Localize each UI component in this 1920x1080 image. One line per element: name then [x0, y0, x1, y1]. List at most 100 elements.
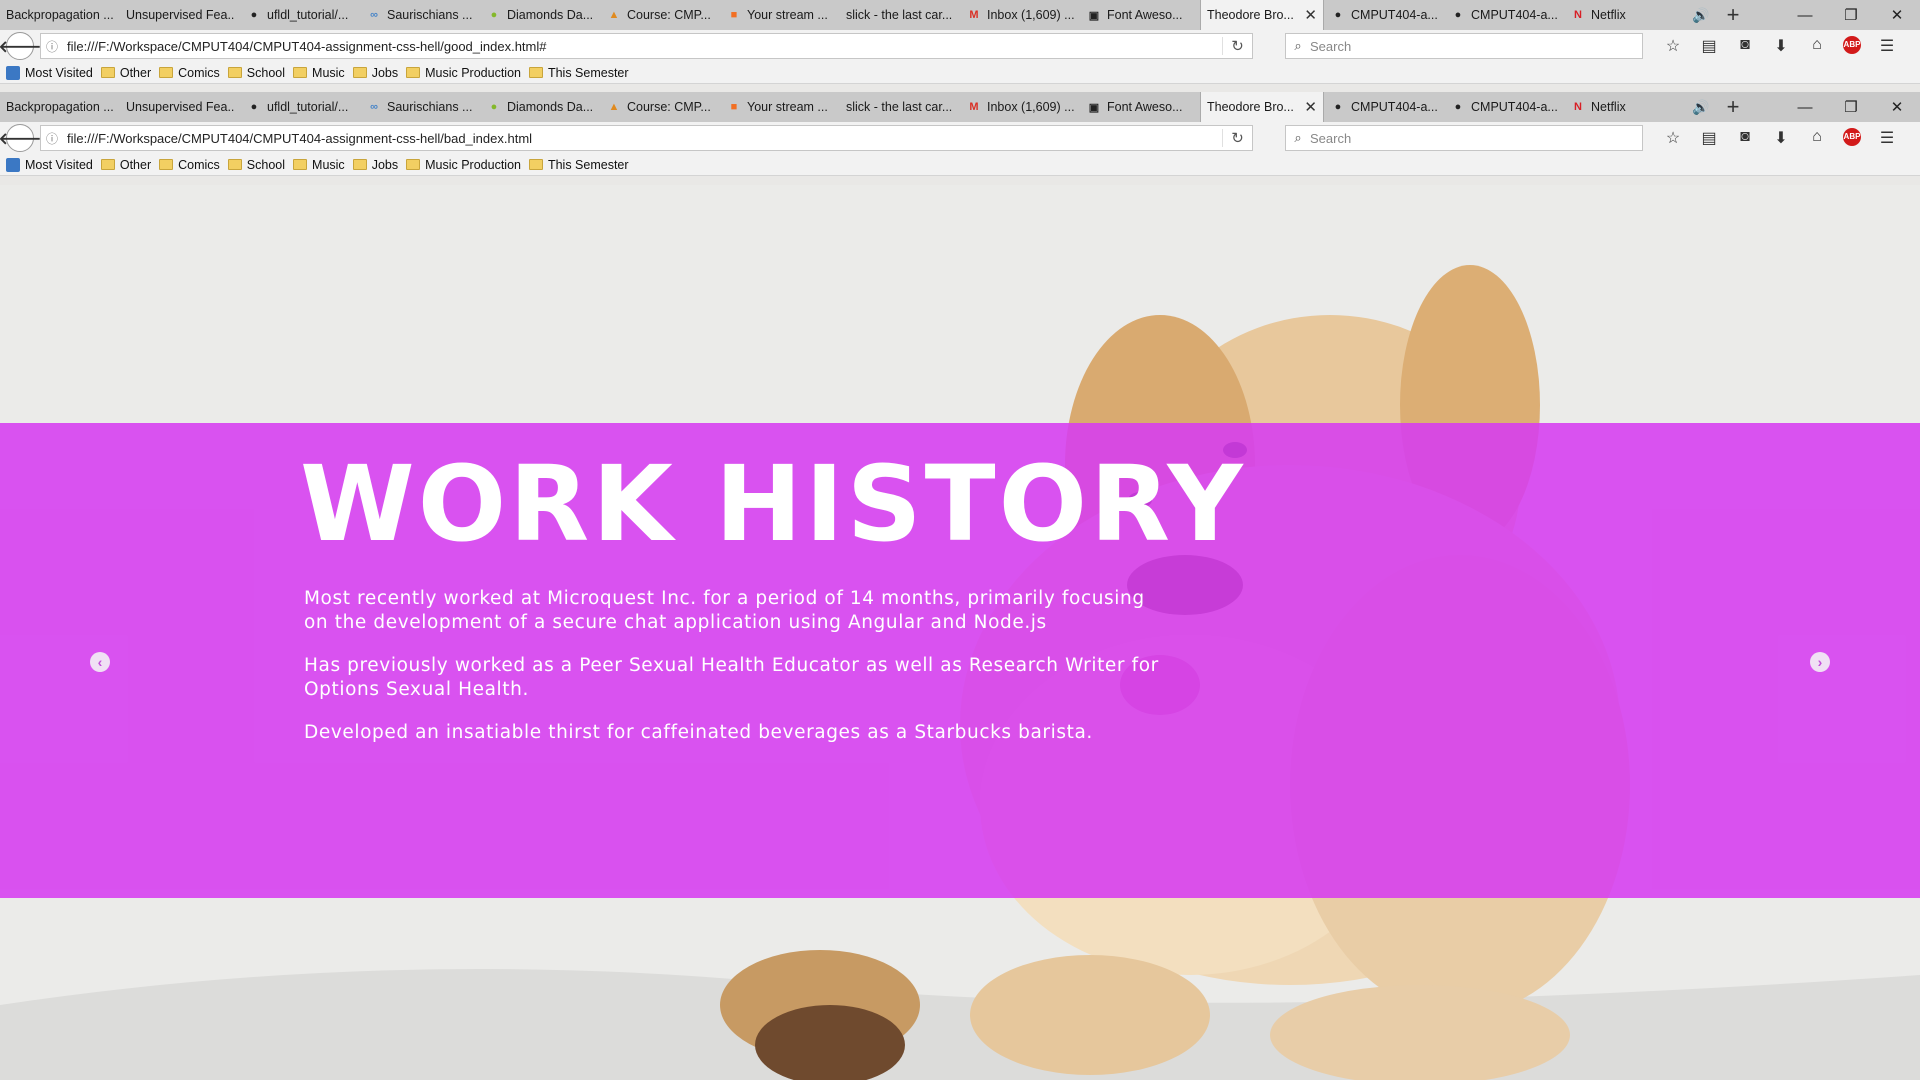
tab-6[interactable]: ■ Your stream ...	[720, 0, 840, 30]
back-button[interactable]: 🡐	[0, 124, 41, 152]
tab-2[interactable]: ● ufldl_tutorial/...	[240, 0, 360, 30]
tab-7[interactable]: slick - the last car...	[840, 92, 960, 122]
menu-icon[interactable]: ☰	[1869, 36, 1905, 56]
back-button[interactable]: 🡐	[0, 32, 41, 60]
tab-8[interactable]: M Inbox (1,609) ...	[960, 92, 1080, 122]
tab-11[interactable]: ● CMPUT404-a...	[1324, 0, 1444, 30]
bookmark-label: Music Production	[425, 157, 521, 172]
restore-button[interactable]: ❐	[1828, 0, 1874, 30]
close-tab-icon[interactable]: ✕	[1304, 6, 1317, 24]
home-icon[interactable]: ⌂	[1799, 128, 1835, 148]
bookmark-item[interactable]: School	[227, 158, 285, 172]
folder-icon	[100, 159, 115, 170]
minimize-button[interactable]: —	[1782, 0, 1828, 30]
close-tab-icon[interactable]: ✕	[1304, 98, 1317, 116]
spotify-icon: ●	[490, 101, 498, 113]
bookmark-item[interactable]: Most Visited	[6, 157, 93, 172]
reading-list-icon[interactable]: ▤	[1691, 128, 1727, 148]
bookmark-item[interactable]: Music Production	[406, 66, 521, 80]
tab-5[interactable]: ▲ Course: CMP...	[600, 0, 720, 30]
pocket-icon[interactable]: ◙	[1727, 36, 1763, 56]
tab-9[interactable]: ▣ Font Aweso...	[1080, 92, 1200, 122]
bookmark-item[interactable]: Music	[293, 66, 345, 80]
flag-icon: ▣	[1088, 101, 1100, 114]
tab-1[interactable]: Unsupervised Fea...	[120, 0, 240, 30]
adblock-icon[interactable]: ABP	[1843, 128, 1861, 146]
tab-2[interactable]: ● ufldl_tutorial/...	[240, 92, 360, 122]
reload-icon[interactable]: ↻	[1222, 37, 1252, 55]
pocket-icon[interactable]: ◙	[1727, 128, 1763, 148]
new-tab-button[interactable]: +	[1718, 0, 1748, 30]
tab-0[interactable]: Backpropagation ...	[0, 92, 120, 122]
github-icon: ●	[1334, 101, 1342, 113]
download-icon[interactable]: ⬇	[1763, 128, 1799, 148]
tab-12[interactable]: ● CMPUT404-a...	[1444, 92, 1564, 122]
netflix-icon: N	[1574, 9, 1582, 21]
download-icon[interactable]: ⬇	[1763, 36, 1799, 56]
tab-0[interactable]: Backpropagation ...	[0, 0, 120, 30]
bookmark-item[interactable]: School	[227, 66, 285, 80]
audio-playing-icon[interactable]: 🔊	[1684, 0, 1718, 30]
menu-icon[interactable]: ☰	[1869, 128, 1905, 148]
bookmark-star-icon[interactable]: ☆	[1655, 36, 1691, 56]
tab-4[interactable]: ● Diamonds Da...	[480, 0, 600, 30]
bookmark-item[interactable]: Music Production	[406, 158, 521, 172]
tab-3[interactable]: ∞ Saurischians ...	[360, 92, 480, 122]
url-bar[interactable]: ⓘ file:///F:/Workspace/CMPUT404/CMPUT404…	[40, 125, 1253, 151]
close-window-button[interactable]: ✕	[1874, 92, 1920, 122]
bookmark-star-icon[interactable]: ☆	[1655, 128, 1691, 148]
close-window-button[interactable]: ✕	[1874, 0, 1920, 30]
folder-icon	[352, 159, 367, 170]
tab-13[interactable]: N Netflix	[1564, 92, 1684, 122]
tab-3[interactable]: ∞ Saurischians ...	[360, 0, 480, 30]
new-tab-button[interactable]: +	[1718, 92, 1748, 122]
bookmark-item[interactable]: This Semester	[528, 158, 629, 172]
site-info-icon[interactable]: ⓘ	[41, 130, 63, 147]
minimize-button[interactable]: —	[1782, 92, 1828, 122]
bookmark-label: Other	[119, 157, 152, 172]
bookmark-item[interactable]: Other	[100, 66, 151, 80]
url-bar[interactable]: ⓘ file:///F:/Workspace/CMPUT404/CMPUT404…	[40, 33, 1253, 59]
carousel-next-button[interactable]: ›	[1810, 652, 1830, 672]
tab-6[interactable]: ■ Your stream ...	[720, 92, 840, 122]
tab-10[interactable]: Theodore Bro... ✕	[1200, 92, 1324, 122]
soundcloud-icon: ■	[730, 101, 738, 113]
gmail-icon: M	[969, 101, 979, 113]
adblock-icon[interactable]: ABP	[1843, 36, 1861, 54]
bookmark-item[interactable]: Comics	[159, 158, 220, 172]
bookmark-item[interactable]: Jobs	[352, 158, 398, 172]
tab-11[interactable]: ● CMPUT404-a...	[1324, 92, 1444, 122]
tab-4[interactable]: ● Diamonds Da...	[480, 92, 600, 122]
bookmark-item[interactable]: This Semester	[528, 66, 629, 80]
tab-13[interactable]: N Netflix	[1564, 0, 1684, 30]
tab-strip-1: Backpropagation ... Unsupervised Fea... ● u…	[0, 0, 1920, 30]
home-icon[interactable]: ⌂	[1799, 36, 1835, 56]
restore-button[interactable]: ❐	[1828, 92, 1874, 122]
reading-list-icon[interactable]: ▤	[1691, 36, 1727, 56]
tab-8[interactable]: M Inbox (1,609) ...	[960, 0, 1080, 30]
bookmark-item[interactable]: Jobs	[352, 66, 398, 80]
search-input[interactable]: ⌕ Search	[1285, 125, 1643, 151]
search-input[interactable]: ⌕ Search	[1285, 33, 1643, 59]
tab-5[interactable]: ▲ Course: CMP...	[600, 92, 720, 122]
url-text[interactable]: file:///F:/Workspace/CMPUT404/CMPUT404-a…	[63, 39, 1222, 54]
carousel-prev-button[interactable]: ‹	[90, 652, 110, 672]
bookmark-item[interactable]: Music	[293, 158, 345, 172]
reload-icon[interactable]: ↻	[1222, 129, 1252, 147]
bookmark-item[interactable]: Other	[100, 157, 152, 172]
url-text[interactable]: file:///F:/Workspace/CMPUT404/CMPUT404-a…	[63, 131, 1222, 146]
tab-1[interactable]: Unsupervised Fea...	[120, 92, 240, 122]
tab-label: Course: CMP...	[627, 8, 711, 22]
infinity-icon: ∞	[370, 101, 378, 113]
audio-playing-icon[interactable]: 🔊	[1684, 92, 1718, 122]
github-icon: ●	[1454, 101, 1462, 113]
tab-label: ufldl_tutorial/...	[267, 100, 349, 114]
bookmark-item[interactable]: Most Visited	[6, 65, 93, 80]
tab-12[interactable]: ● CMPUT404-a...	[1444, 0, 1564, 30]
bookmark-item[interactable]: Comics	[159, 66, 220, 80]
tab-7[interactable]: slick - the last car...	[840, 0, 960, 30]
tab-10[interactable]: Theodore Bro... ✕	[1200, 0, 1324, 30]
tab-label: Inbox (1,609) ...	[987, 8, 1074, 22]
tab-9[interactable]: ▣ Font Aweso...	[1080, 0, 1200, 30]
site-info-icon[interactable]: ⓘ	[41, 38, 63, 55]
